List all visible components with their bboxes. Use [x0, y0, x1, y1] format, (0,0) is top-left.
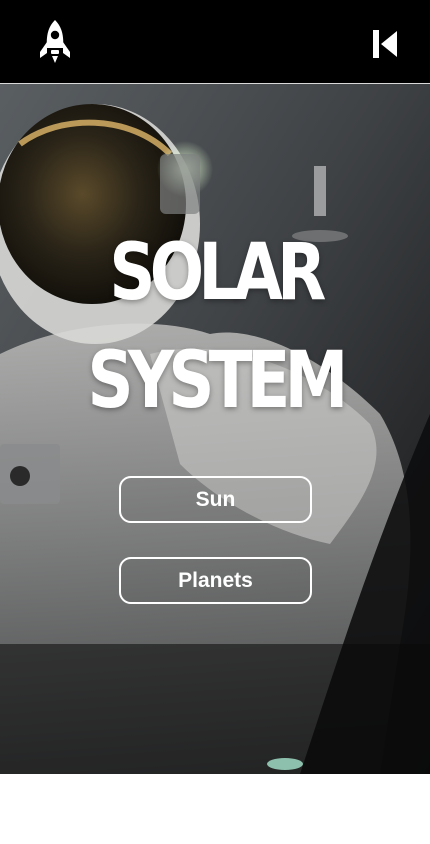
app-screen: SOLAR SYSTEM Sun Planets — [0, 0, 430, 844]
page-title-line2: SYSTEM — [87, 336, 349, 426]
rocket-icon[interactable] — [36, 18, 74, 66]
hero-section: SOLAR SYSTEM Sun Planets — [0, 84, 430, 774]
sun-button[interactable]: Sun — [119, 476, 312, 523]
skip-back-icon[interactable] — [372, 28, 400, 60]
planets-button[interactable]: Planets — [119, 557, 312, 604]
bottom-area — [0, 774, 430, 844]
page-title-line1: SOLAR — [109, 228, 326, 318]
top-bar — [0, 0, 430, 84]
astronaut-background-image — [0, 84, 430, 774]
